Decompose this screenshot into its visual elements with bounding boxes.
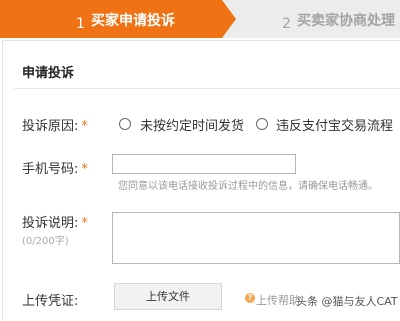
phone-label-group: 手机号码: * xyxy=(22,158,88,177)
help-icon[interactable]: ? xyxy=(245,293,255,303)
reason-required-mark: * xyxy=(81,119,88,134)
reason-label-group: 投诉原因: * xyxy=(22,115,88,134)
upload-file-button[interactable]: 上传文件 xyxy=(114,283,222,310)
phone-label: 手机号码: xyxy=(22,162,79,177)
upload-help-link[interactable]: 上传帮助 xyxy=(256,292,300,308)
step-1-number: 1 xyxy=(76,16,85,32)
phone-hint: 您同意以该电话接收投诉过程中的信息，请确保电话畅通。 xyxy=(118,181,378,192)
reason-option-1-label[interactable]: 未按约定时间发货 xyxy=(140,115,244,134)
reason-label: 投诉原因: xyxy=(22,119,79,134)
description-textarea[interactable] xyxy=(112,212,400,264)
description-required-mark: * xyxy=(81,216,88,231)
phone-input[interactable] xyxy=(112,154,296,174)
step-1-arrow xyxy=(222,0,236,38)
step-2-number: 2 xyxy=(282,16,291,32)
description-counter: (0/200字) xyxy=(22,236,69,247)
progress-steps: 1 买家申请投诉 2 买卖家协商处理 xyxy=(0,0,400,38)
section-divider xyxy=(14,88,400,89)
proof-label: 上传凭证: xyxy=(22,294,79,309)
reason-option-1-radio[interactable] xyxy=(119,118,131,130)
phone-required-mark: * xyxy=(81,162,88,177)
description-label-group: 投诉说明: * xyxy=(22,212,88,231)
reason-option-2-label[interactable]: 违反支付宝交易流程 xyxy=(276,115,393,134)
reason-option-2-radio[interactable] xyxy=(256,118,268,130)
section-title: 申请投诉 xyxy=(22,66,75,81)
watermark-text: 头条 @猫与友人CAT xyxy=(296,295,398,308)
step-2-label: 买卖家协商处理 xyxy=(297,13,395,29)
step-1-label: 买家申请投诉 xyxy=(91,13,175,29)
description-label: 投诉说明: xyxy=(22,216,79,231)
